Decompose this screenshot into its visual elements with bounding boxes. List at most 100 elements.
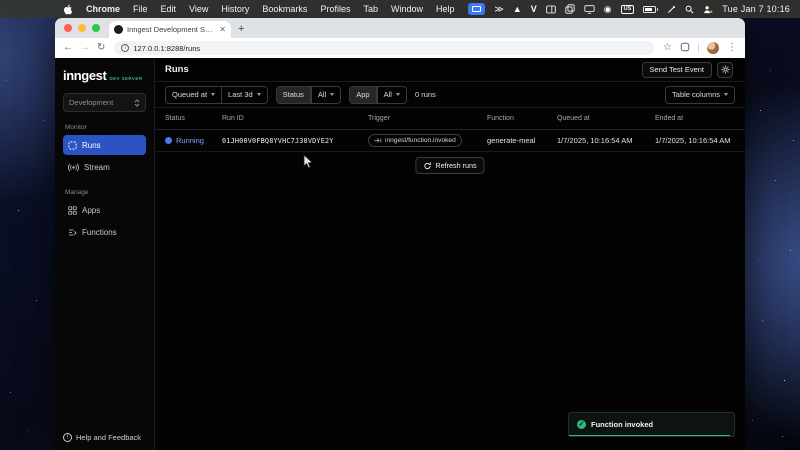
updown-chevron-icon: [134, 99, 140, 107]
function-name: generate-meal: [487, 136, 557, 145]
app-filter-label: App: [350, 87, 376, 103]
monitor-section-label: Monitor: [65, 124, 146, 131]
running-status-icon: [165, 137, 172, 144]
user-switch-icon[interactable]: [703, 3, 713, 15]
table-columns-button[interactable]: Table columns: [665, 86, 735, 104]
address-bar[interactable]: i 127.0.0.1:8288/runs: [114, 41, 654, 55]
battery-icon[interactable]: [643, 6, 658, 13]
table-header: Status Run ID Trigger Function Queued at…: [155, 108, 745, 130]
event-trigger-icon: [374, 137, 382, 144]
reload-icon[interactable]: ↻: [97, 43, 105, 53]
url-text: 127.0.0.1:8288/runs: [133, 44, 200, 53]
chrome-menu-icon[interactable]: ⋮: [727, 43, 737, 53]
inngest-logo: inngest: [63, 68, 106, 83]
chevron-down-icon: [257, 93, 261, 96]
ended-at-value: 1/7/2025, 10:16:54 AM: [655, 136, 745, 145]
main-panel: Runs Send Test Event Queued at Last 3d S…: [155, 58, 745, 450]
double-chevron-icon[interactable]: ≫: [494, 3, 503, 15]
site-info-icon[interactable]: i: [121, 44, 129, 52]
apps-icon: [68, 206, 77, 215]
table-row[interactable]: Running 01JH00V0FBQ8YVHC7J38VDYE2Y innge…: [155, 130, 745, 152]
runs-icon: [68, 141, 77, 150]
time-range-select[interactable]: Last 3d: [221, 87, 267, 103]
chevron-down-icon: [330, 93, 334, 96]
column-header-trigger: Trigger: [368, 115, 487, 122]
chevron-down-icon: [396, 93, 400, 96]
menubar-item-chrome[interactable]: Chrome: [86, 4, 120, 14]
menubar-item-profiles[interactable]: Profiles: [320, 4, 350, 14]
close-tab-icon[interactable]: ✕: [219, 26, 226, 34]
gear-icon: [721, 65, 730, 74]
refresh-icon: [423, 162, 431, 170]
run-status: Running: [176, 136, 204, 145]
menubar-item-history[interactable]: History: [221, 4, 249, 14]
status-filter[interactable]: Status All: [276, 86, 342, 104]
status-filter-label: Status: [277, 87, 311, 103]
record-circle-icon[interactable]: ◉: [604, 3, 612, 15]
extensions-icon[interactable]: [680, 42, 690, 55]
zoom-window-button[interactable]: [92, 24, 100, 32]
help-and-feedback[interactable]: ! Help and Feedback: [63, 433, 141, 442]
sidebar-item-apps[interactable]: Apps: [63, 200, 146, 220]
menubar-item-tab[interactable]: Tab: [363, 4, 378, 14]
app-filter[interactable]: App All: [349, 86, 407, 104]
inngest-app: inngest DEV SERVER Development Monitor R…: [55, 58, 745, 450]
minimize-window-button[interactable]: [78, 24, 86, 32]
screenshot-tool-icon[interactable]: [667, 3, 676, 15]
help-icon: !: [63, 433, 72, 442]
copy-stack-icon[interactable]: [565, 3, 575, 15]
sidebar-item-functions[interactable]: Functions: [63, 222, 146, 242]
sidebar: inngest DEV SERVER Development Monitor R…: [55, 58, 155, 450]
profile-avatar[interactable]: [707, 42, 719, 54]
close-window-button[interactable]: [64, 24, 72, 32]
time-field-select[interactable]: Queued at: [166, 87, 221, 103]
sidebar-item-stream[interactable]: Stream: [63, 157, 146, 177]
app-filter-value[interactable]: All: [377, 87, 406, 103]
bookmark-star-icon[interactable]: ☆: [663, 43, 672, 53]
dev-server-badge: DEV SERVER: [109, 76, 142, 81]
window-layout-icon[interactable]: [546, 3, 556, 15]
new-tab-button[interactable]: +: [238, 24, 244, 35]
macos-menubar: Chrome File Edit View History Bookmarks …: [0, 0, 800, 18]
menubar-item-help[interactable]: Help: [436, 4, 455, 14]
v-app-icon[interactable]: V: [531, 3, 537, 15]
help-label: Help and Feedback: [76, 433, 141, 442]
settings-button[interactable]: [717, 62, 733, 78]
menubar-item-window[interactable]: Window: [391, 4, 423, 14]
column-header-queued-at: Queued at: [557, 115, 655, 122]
menubar-item-edit[interactable]: Edit: [161, 4, 177, 14]
toolbar-divider: [698, 43, 699, 53]
column-header-status: Status: [165, 115, 222, 122]
menubar-item-bookmarks[interactable]: Bookmarks: [262, 4, 307, 14]
screen-recording-badge-icon[interactable]: [468, 3, 485, 15]
time-filter[interactable]: Queued at Last 3d: [165, 86, 268, 104]
browser-window: Inngest Development Server ✕ + ← → ↻ i 1…: [55, 18, 745, 450]
menubar-clock[interactable]: Tue Jan 7 10:16: [722, 4, 790, 14]
manage-section-label: Manage: [65, 189, 146, 196]
browser-tab[interactable]: Inngest Development Server ✕: [109, 21, 231, 38]
stream-icon: [68, 163, 79, 172]
menubar-item-file[interactable]: File: [133, 4, 148, 14]
environment-selector[interactable]: Development: [63, 93, 146, 112]
display-icon[interactable]: [584, 3, 595, 15]
refresh-runs-button[interactable]: Refresh runs: [415, 157, 484, 174]
functions-icon: [68, 228, 77, 237]
sidebar-item-label: Runs: [82, 141, 101, 150]
success-check-icon: ✓: [577, 420, 586, 429]
menubar-item-view[interactable]: View: [189, 4, 208, 14]
page-title: Runs: [165, 64, 189, 75]
send-test-event-button[interactable]: Send Test Event: [642, 62, 712, 78]
input-source-badge[interactable]: US: [621, 5, 635, 14]
status-filter-value[interactable]: All: [311, 87, 340, 103]
sidebar-item-label: Apps: [82, 206, 100, 215]
back-icon[interactable]: ←: [63, 43, 73, 53]
apple-menu-icon[interactable]: [64, 4, 73, 15]
automator-icon[interactable]: ▲: [513, 3, 522, 15]
run-id: 01JH00V0FBQ8YVHC7J38VDYE2Y: [222, 137, 368, 145]
chevron-down-icon: [724, 93, 728, 96]
environment-value: Development: [69, 98, 113, 107]
sidebar-item-runs[interactable]: Runs: [63, 135, 146, 155]
forward-icon[interactable]: →: [80, 43, 90, 53]
search-icon[interactable]: [685, 3, 694, 15]
sidebar-item-label: Stream: [84, 163, 110, 172]
